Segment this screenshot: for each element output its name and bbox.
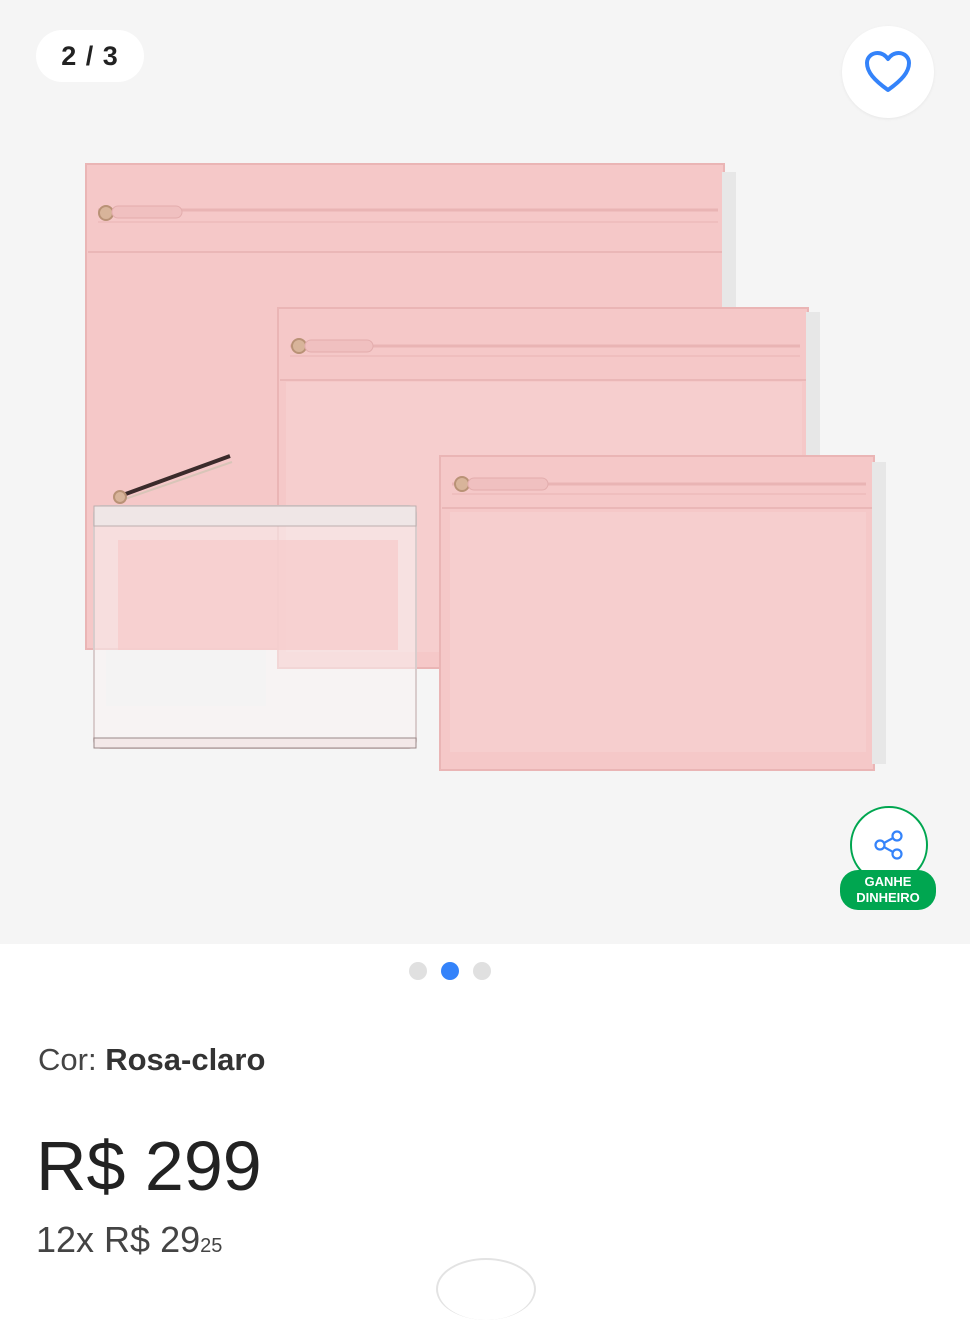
color-value: Rosa-claro bbox=[105, 1042, 266, 1077]
small-pouch bbox=[439, 455, 886, 771]
color-info: Cor: Rosa-claro bbox=[38, 1042, 265, 1078]
pagination-dot-active[interactable] bbox=[441, 962, 459, 980]
pagination-dot[interactable] bbox=[409, 962, 427, 980]
installments: 12x R$ 2925 bbox=[36, 1218, 222, 1262]
installments-main: 12x R$ 29 bbox=[36, 1219, 201, 1260]
price: R$ 299 bbox=[36, 1127, 262, 1205]
color-label: Cor: bbox=[38, 1042, 97, 1077]
scroll-top-button[interactable] bbox=[436, 1258, 536, 1320]
share-earn-label[interactable]: GANHE DINHEIRO bbox=[840, 870, 936, 910]
installments-cents: 25 bbox=[200, 1235, 223, 1257]
share-earn-button[interactable]: GANHE DINHEIRO bbox=[840, 806, 936, 910]
gallery-pagination bbox=[0, 962, 900, 980]
favorite-button[interactable] bbox=[842, 26, 934, 118]
image-counter: 2 / 3 bbox=[36, 30, 144, 82]
heart-icon bbox=[865, 51, 911, 92]
share-label-line2: DINHEIRO bbox=[856, 890, 920, 905]
share-label-line1: GANHE bbox=[864, 874, 912, 889]
product-gallery[interactable]: 2 / 3 GANHE DINHEIRO bbox=[0, 0, 970, 944]
share-icon bbox=[874, 830, 903, 860]
pagination-dot[interactable] bbox=[473, 962, 491, 980]
product-image[interactable] bbox=[0, 0, 970, 944]
